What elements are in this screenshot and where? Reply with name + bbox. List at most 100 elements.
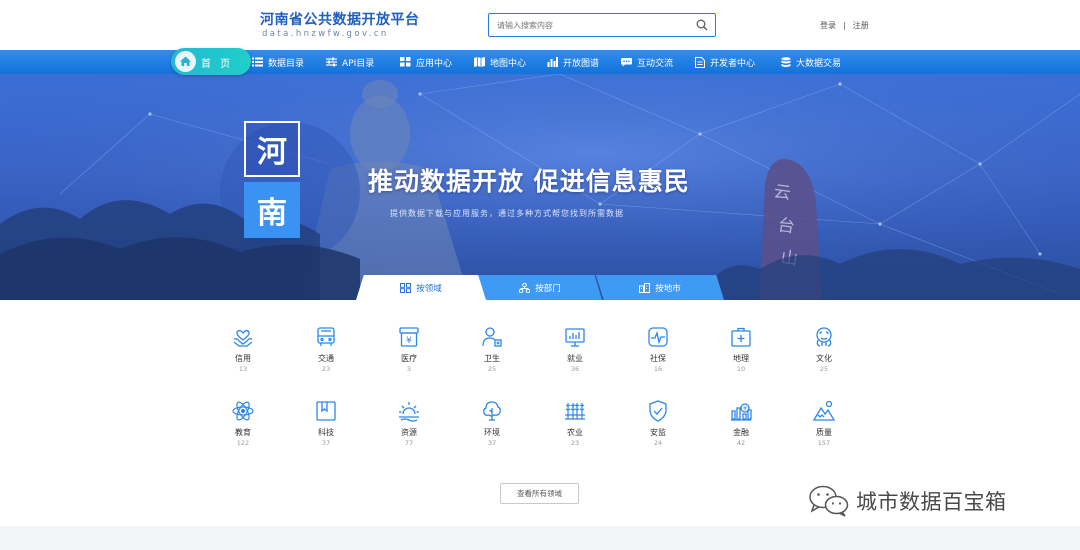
domain-count: 77 bbox=[404, 439, 414, 447]
grid-icon bbox=[400, 282, 412, 293]
domain-count: 10 bbox=[736, 365, 746, 373]
document-icon bbox=[695, 56, 705, 68]
list-icon bbox=[252, 57, 263, 67]
domain-item-transport[interactable]: 交通 23 bbox=[291, 325, 361, 373]
tab-by-domain[interactable]: 按领域 bbox=[356, 275, 486, 300]
domain-item-safety[interactable]: 安监 24 bbox=[623, 399, 693, 447]
domain-count: 24 bbox=[653, 439, 663, 447]
education-icon bbox=[232, 401, 254, 421]
search-icon[interactable] bbox=[696, 19, 708, 31]
domain-item-quality[interactable]: 质量 157 bbox=[789, 399, 859, 447]
hero-banner: 云 台 山 河 南 推动数据开放 促进信息惠民 提供数据下载与应用服务，通过多种… bbox=[0, 74, 1080, 300]
svg-text:¥: ¥ bbox=[743, 406, 747, 413]
svg-text:¥: ¥ bbox=[406, 336, 412, 346]
domain-count: 23 bbox=[570, 439, 580, 447]
view-all-domains-button[interactable]: 查看所有领域 bbox=[500, 483, 579, 504]
credit-icon bbox=[233, 329, 253, 347]
domain-item-employment[interactable]: 就业 36 bbox=[540, 325, 610, 373]
city-icon bbox=[639, 282, 651, 293]
nav-home-button[interactable]: 首 页 bbox=[171, 48, 251, 75]
domain-name: 科技 bbox=[318, 428, 334, 437]
banner-tile-he: 河 bbox=[244, 121, 300, 177]
social-security-icon bbox=[648, 327, 668, 347]
svg-text:台: 台 bbox=[776, 215, 796, 237]
chat-icon bbox=[621, 58, 632, 67]
domain-name: 安监 bbox=[650, 428, 666, 437]
map-icon bbox=[474, 57, 485, 67]
nav-item-open-graph[interactable]: 开放图谱 bbox=[547, 50, 599, 74]
domain-name: 医疗 bbox=[401, 354, 417, 363]
grid-icon bbox=[400, 57, 411, 67]
bus-icon bbox=[317, 327, 335, 346]
employment-icon bbox=[565, 328, 585, 347]
domain-count: 42 bbox=[736, 439, 746, 447]
nav-item-data-trading[interactable]: 大数据交易 bbox=[781, 50, 841, 74]
domain-name: 文化 bbox=[816, 354, 832, 363]
domain-item-geography[interactable]: 地理 10 bbox=[706, 325, 776, 373]
tab-label: 按地市 bbox=[655, 283, 681, 294]
site-header: 河南省公共数据开放平台 data.hnzwfw.gov.cn 登录 | 注册 bbox=[0, 0, 1080, 50]
search-input[interactable] bbox=[489, 14, 689, 36]
site-title[interactable]: 河南省公共数据开放平台 bbox=[260, 9, 420, 29]
domain-item-culture[interactable]: 文化 25 bbox=[789, 325, 859, 373]
domain-item-education[interactable]: 教育 122 bbox=[208, 399, 278, 447]
domain-name: 地理 bbox=[733, 354, 749, 363]
tab-by-department[interactable]: 按部门 bbox=[478, 275, 602, 300]
nav-item-label: 互动交流 bbox=[637, 58, 674, 69]
nav-item-label: 大数据交易 bbox=[796, 58, 842, 69]
domain-name: 社保 bbox=[650, 354, 666, 363]
resources-icon bbox=[399, 402, 419, 422]
register-link[interactable]: 注册 bbox=[853, 21, 869, 30]
bar-chart-icon bbox=[547, 57, 558, 67]
domain-item-health[interactable]: 卫生 25 bbox=[457, 325, 527, 373]
culture-icon bbox=[816, 327, 832, 347]
banner-tile-nan: 南 bbox=[244, 182, 300, 238]
domain-name: 金融 bbox=[733, 428, 749, 437]
domain-name: 卫生 bbox=[484, 354, 500, 363]
domain-count: 25 bbox=[487, 365, 497, 373]
nav-item-app-center[interactable]: 应用中心 bbox=[400, 50, 452, 74]
health-icon bbox=[482, 327, 502, 347]
nav-home-label: 首 页 bbox=[201, 59, 234, 70]
nav-item-developer-center[interactable]: 开发者中心 bbox=[695, 50, 755, 74]
domain-item-credit[interactable]: 信用 13 bbox=[208, 325, 278, 373]
tab-label: 按领域 bbox=[416, 283, 442, 294]
technology-icon bbox=[316, 401, 336, 421]
domain-count: 25 bbox=[819, 365, 829, 373]
domain-name: 农业 bbox=[567, 428, 583, 437]
nav-item-label: 应用中心 bbox=[416, 58, 453, 69]
nav-item-label: 开放图谱 bbox=[563, 58, 600, 69]
domain-item-finance[interactable]: ¥ 金融 42 bbox=[706, 399, 776, 447]
domain-name: 质量 bbox=[816, 428, 832, 437]
domain-item-medical[interactable]: ¥ 医疗 3 bbox=[374, 325, 444, 373]
domain-name: 就业 bbox=[567, 354, 583, 363]
domain-name: 信用 bbox=[235, 354, 251, 363]
domain-item-resources[interactable]: 资源 77 bbox=[374, 399, 444, 447]
domain-count: 37 bbox=[487, 439, 497, 447]
nav-item-data-catalog[interactable]: 数据目录 bbox=[252, 50, 304, 74]
domain-count: 157 bbox=[817, 439, 831, 447]
tab-label: 按部门 bbox=[535, 283, 561, 294]
domain-count: 122 bbox=[236, 439, 250, 447]
page-footer-strip bbox=[0, 526, 1080, 550]
domain-count: 13 bbox=[238, 365, 248, 373]
nav-item-map-center[interactable]: 地图中心 bbox=[474, 50, 526, 74]
auth-links: 登录 | 注册 bbox=[820, 20, 869, 31]
domain-item-agriculture[interactable]: 农业 23 bbox=[540, 399, 610, 447]
database-icon bbox=[781, 56, 791, 67]
domain-item-social-security[interactable]: 社保 16 bbox=[623, 325, 693, 373]
agriculture-icon bbox=[565, 403, 585, 420]
banner-slogan: 推动数据开放 促进信息惠民 bbox=[368, 167, 690, 196]
domain-item-environment[interactable]: 环境 37 bbox=[457, 399, 527, 447]
login-link[interactable]: 登录 bbox=[820, 21, 836, 30]
tab-by-city[interactable]: 按地市 bbox=[596, 275, 724, 300]
domain-item-technology[interactable]: 科技 37 bbox=[291, 399, 361, 447]
nav-item-api-catalog[interactable]: API目录 bbox=[326, 50, 374, 74]
nav-item-label: 地图中心 bbox=[490, 58, 527, 69]
medical-icon: ¥ bbox=[399, 327, 419, 347]
domain-name: 资源 bbox=[401, 428, 417, 437]
safety-icon bbox=[649, 400, 667, 422]
svg-text:云: 云 bbox=[772, 182, 792, 204]
nav-item-interaction[interactable]: 互动交流 bbox=[621, 50, 673, 74]
domain-name: 环境 bbox=[484, 428, 500, 437]
